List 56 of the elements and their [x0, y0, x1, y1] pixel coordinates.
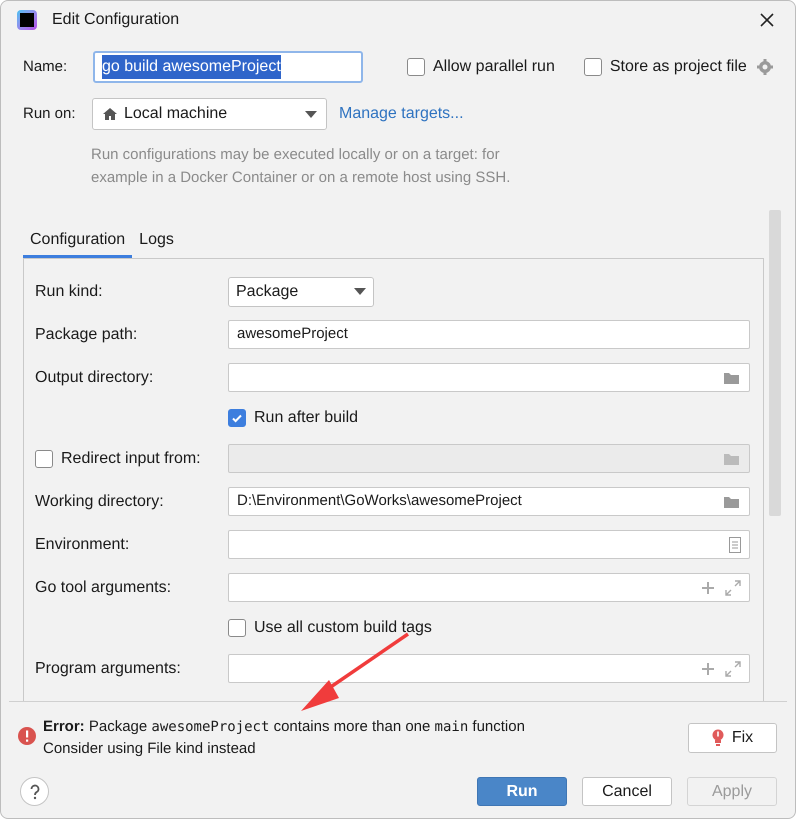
field-label: Program arguments: [35, 658, 181, 678]
field-label: Name: [23, 56, 68, 77]
tab[interactable]: Logs [132, 225, 181, 258]
gear-icon [756, 58, 774, 76]
text-field[interactable] [228, 573, 750, 602]
field-label: Package path: [35, 324, 138, 344]
checkbox[interactable] [407, 58, 425, 76]
run-kind-dropdown[interactable]: Package [228, 276, 374, 306]
text-field[interactable]: awesomeProject [228, 320, 750, 349]
checkmark-icon [231, 412, 243, 424]
caret-icon [305, 110, 317, 118]
field-label: Run on: [23, 104, 77, 124]
expand-icon [725, 660, 741, 676]
checkbox-label: Store as project file [610, 57, 747, 77]
text-field[interactable] [228, 530, 750, 559]
folder-icon [723, 494, 741, 508]
expand-icon [725, 580, 741, 596]
text-field[interactable] [228, 363, 750, 392]
question-mark-icon [30, 784, 40, 800]
hint-text: Run configurations may be executed locally or on a target: for example in a Docker Container or on a remote host using SSH. [91, 145, 512, 188]
checkbox[interactable] [228, 619, 246, 637]
field-label: Environment: [35, 534, 130, 554]
plus-icon [701, 662, 715, 676]
folder-icon [723, 452, 741, 466]
field-label: Working directory: [35, 492, 164, 512]
checkbox-label: Redirect input from: [61, 448, 201, 468]
app-logo-icon [17, 10, 37, 30]
name-field[interactable]: go build awesomeProject [93, 51, 363, 83]
folder-icon [723, 370, 741, 384]
checkbox[interactable] [584, 58, 602, 76]
error-hint: Consider using File kind instead [43, 739, 257, 759]
caret-icon [354, 288, 366, 295]
fix-button[interactable]: Fix [688, 723, 777, 753]
text-field[interactable]: D:\Environment\GoWorks\awesomeProject [228, 487, 750, 516]
field-label: Go tool arguments: [35, 578, 172, 598]
tab[interactable]: Configuration [23, 225, 132, 258]
target-dropdown[interactable]: Local machine [92, 98, 327, 130]
checkbox-label: Allow parallel run [433, 57, 555, 77]
document-icon [729, 536, 741, 552]
scrollbar[interactable] [769, 210, 781, 516]
home-icon [102, 107, 118, 121]
text-field[interactable] [228, 654, 750, 683]
field-label: Output directory: [35, 368, 154, 388]
checkbox-label: Run after build [254, 408, 358, 428]
plus-icon [701, 580, 715, 594]
error-message: Error: Package awesomeProject contains more than one main function [43, 717, 525, 737]
manage-targets-link[interactable]: Manage targets... [339, 102, 464, 126]
checkbox[interactable] [228, 409, 246, 427]
window-title: Edit Configuration [52, 10, 180, 30]
error-icon [17, 726, 37, 746]
dialog-button[interactable]: Run [477, 777, 567, 806]
lightbulb-icon [712, 729, 724, 747]
help-button[interactable] [20, 777, 49, 806]
dialog-button[interactable]: Cancel [582, 777, 672, 806]
field-label: Run kind: [35, 282, 103, 302]
checkbox-label: Use all custom build tags [254, 618, 432, 638]
